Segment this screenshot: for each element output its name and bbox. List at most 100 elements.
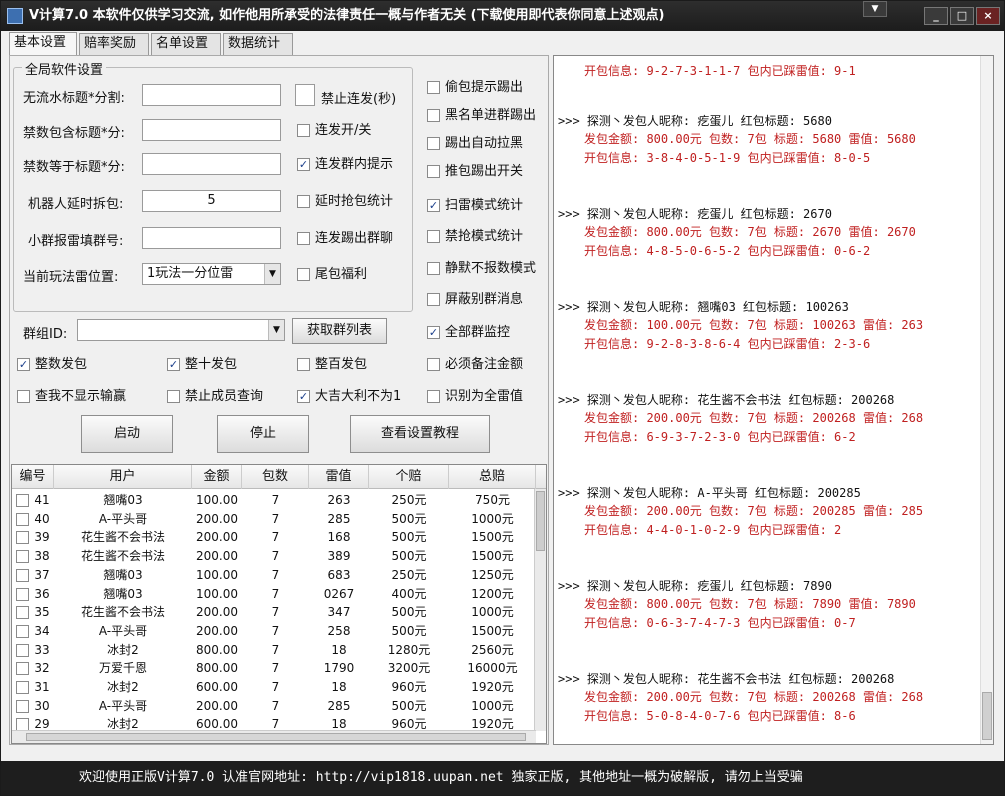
checkbox-right-7[interactable]: 屏蔽别群消息 (427, 291, 523, 309)
row-checkbox[interactable] (16, 568, 29, 582)
checkbox-no-member-query[interactable]: 禁止成员查询 (167, 388, 263, 406)
group-id-select[interactable]: ▼ (77, 319, 285, 341)
table-row[interactable]: 39 花生酱不会书法 200.00 7 168 500元 1500元 (12, 528, 536, 547)
banned-equals-input[interactable] (142, 153, 281, 175)
checkbox-repeat-toggle[interactable]: 连发开/关 (297, 122, 371, 140)
small-group-input[interactable] (142, 227, 281, 249)
stop-button[interactable]: 停止 (217, 415, 309, 453)
scroll-thumb[interactable] (982, 692, 992, 740)
scroll-thumb[interactable] (536, 491, 545, 551)
check-icon[interactable]: ✓ (17, 358, 30, 371)
checkbox-right-6[interactable]: 静默不报数模式 (427, 260, 536, 278)
checkbox-box[interactable] (427, 293, 440, 306)
checkbox-box[interactable] (427, 390, 440, 403)
checkbox-tail-bonus[interactable]: 尾包福利 (297, 266, 367, 284)
row-checkbox[interactable] (16, 550, 29, 564)
checkbox-right-9[interactable]: 必须备注金额 (427, 356, 523, 374)
table-row[interactable]: 35 花生酱不会书法 200.00 7 347 500元 1000元 (12, 603, 536, 622)
checkbox-box[interactable] (297, 268, 310, 281)
col-header[interactable]: 总赔 (449, 465, 536, 489)
checkbox-box[interactable] (427, 230, 440, 243)
minimize-button[interactable]: _ (924, 7, 948, 25)
col-header[interactable]: 金额 (192, 465, 242, 489)
start-button[interactable]: 启动 (81, 415, 173, 453)
log-vertical-scrollbar[interactable] (980, 56, 993, 744)
close-button[interactable]: × (976, 7, 1000, 25)
check-icon[interactable]: ✓ (297, 390, 310, 403)
chevron-down-icon[interactable]: ▼ (264, 264, 280, 284)
row-checkbox[interactable] (16, 699, 29, 713)
tab-list-settings[interactable]: 名单设置 (151, 33, 221, 55)
chevron-down-icon[interactable]: ▼ (268, 320, 284, 340)
maximize-button[interactable]: □ (950, 7, 974, 25)
checkbox-box[interactable] (297, 232, 310, 245)
row-checkbox[interactable] (16, 494, 29, 507)
col-header[interactable]: 用户 (54, 465, 192, 489)
table-row[interactable]: 33 冰封2 800.00 7 18 1280元 2560元 (12, 641, 536, 660)
checkbox-lucky-not-one[interactable]: ✓ 大吉大利不为1 (297, 388, 401, 406)
scroll-thumb[interactable] (26, 733, 526, 741)
table-row[interactable]: 41 翘嘴03 100.00 7 263 250元 750元 (12, 491, 536, 510)
table-row[interactable]: 40 A-平头哥 200.00 7 285 500元 1000元 (12, 510, 536, 529)
checkbox-right-3[interactable]: 推包踢出开关 (427, 163, 523, 181)
checkbox-integer-send[interactable]: ✓ 整数发包 (17, 356, 87, 374)
table-row[interactable]: 38 花生酱不会书法 200.00 7 389 500元 1500元 (12, 547, 536, 566)
check-icon[interactable]: ✓ (297, 158, 310, 171)
row-checkbox[interactable] (16, 681, 29, 694)
row-checkbox[interactable] (16, 512, 29, 526)
checkbox-box[interactable] (427, 137, 440, 150)
row-checkbox[interactable] (16, 606, 29, 620)
checkbox-right-5[interactable]: 禁抢模式统计 (427, 228, 523, 246)
checkbox-box[interactable] (427, 81, 440, 94)
interval-seconds-input[interactable] (295, 84, 315, 106)
checkbox-box[interactable] (297, 358, 310, 371)
table-horizontal-scrollbar[interactable] (12, 730, 536, 743)
table-row[interactable]: 37 翘嘴03 100.00 7 683 250元 1250元 (12, 566, 536, 585)
checkbox-repeat-notice[interactable]: ✓ 连发群内提示 (297, 156, 393, 174)
fetch-group-list-button[interactable]: 获取群列表 (292, 318, 387, 344)
table-row[interactable]: 30 A-平头哥 200.00 7 285 500元 1000元 (12, 697, 536, 716)
tab-odds-rewards[interactable]: 赔率奖励 (79, 33, 149, 55)
checkbox-box[interactable] (427, 358, 440, 371)
table-vertical-scrollbar[interactable] (534, 489, 546, 731)
checkbox-box[interactable] (17, 390, 30, 403)
checkbox-box[interactable] (167, 390, 180, 403)
row-checkbox[interactable] (16, 624, 29, 638)
checkbox-right-10[interactable]: 识别为全雷值 (427, 388, 523, 406)
view-tutorial-button[interactable]: 查看设置教程 (350, 415, 490, 453)
table-row[interactable]: 31 冰封2 600.00 7 18 960元 1920元 (12, 678, 536, 697)
checkbox-box[interactable] (297, 195, 310, 208)
col-header[interactable]: 雷值 (309, 465, 369, 489)
mode-select[interactable]: 1玩法一分位雷 ▼ (142, 263, 281, 285)
row-checkbox[interactable] (16, 531, 29, 545)
row-checkbox[interactable] (16, 587, 29, 601)
table-row[interactable]: 32 万爱千恩 800.00 7 1790 3200元 16000元 (12, 659, 536, 678)
checkbox-right-0[interactable]: 偷包提示踢出 (427, 79, 523, 97)
checkbox-box[interactable] (427, 165, 440, 178)
checkbox-repeat-kick[interactable]: 连发踢出群聊 (297, 230, 393, 248)
tab-basic-settings[interactable]: 基本设置 (9, 32, 77, 56)
chevron-down-icon[interactable]: ▼ (863, 1, 887, 17)
col-header[interactable]: 编号 (12, 465, 54, 489)
check-icon[interactable]: ✓ (427, 326, 440, 339)
checkbox-delay-stats[interactable]: 延时抢包统计 (297, 193, 393, 211)
banned-contains-input[interactable] (142, 119, 281, 141)
checkbox-box[interactable] (427, 109, 440, 122)
table-row[interactable]: 36 翘嘴03 100.00 7 0267 400元 1200元 (12, 585, 536, 604)
robot-delay-input[interactable]: 5 (142, 190, 281, 212)
checkbox-right-8[interactable]: ✓ 全部群监控 (427, 324, 510, 342)
row-checkbox[interactable] (16, 662, 29, 676)
check-icon[interactable]: ✓ (167, 358, 180, 371)
col-header[interactable]: 个赔 (369, 465, 449, 489)
table-row[interactable]: 34 A-平头哥 200.00 7 258 500元 1500元 (12, 622, 536, 641)
checkbox-right-4[interactable]: ✓ 扫雷模式统计 (427, 197, 523, 215)
checkbox-hide-winloss[interactable]: 查我不显示输赢 (17, 388, 126, 406)
checkbox-box[interactable] (297, 124, 310, 137)
no-flow-title-input[interactable] (142, 84, 281, 106)
checkbox-ten-send[interactable]: ✓ 整十发包 (167, 356, 237, 374)
row-checkbox[interactable] (16, 643, 29, 657)
checkbox-box[interactable] (427, 262, 440, 275)
checkbox-right-2[interactable]: 踢出自动拉黑 (427, 135, 523, 153)
col-header[interactable]: 包数 (242, 465, 309, 489)
checkbox-hundred-send[interactable]: 整百发包 (297, 356, 367, 374)
